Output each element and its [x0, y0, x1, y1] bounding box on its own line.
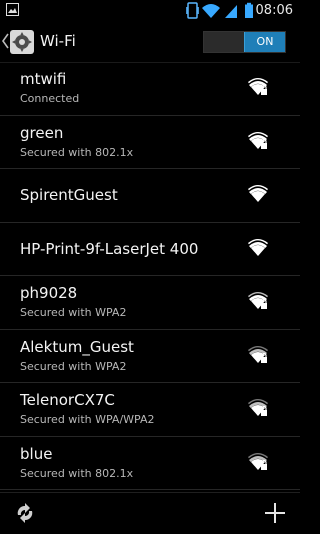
- wifi-signal-icon: [248, 238, 268, 256]
- network-status: Secured with WPA2: [20, 306, 127, 319]
- network-row[interactable]: Alektum_Guest Secured with WPA2: [0, 330, 300, 383]
- wifi-toggle[interactable]: ON: [203, 31, 286, 53]
- settings-icon[interactable]: [9, 29, 35, 55]
- wifi-signal-icon: [248, 399, 268, 416]
- wifi-signal-icon: [248, 185, 268, 202]
- gallery-icon: [6, 3, 19, 16]
- network-status: Secured with 802.1x: [20, 145, 134, 159]
- network-row[interactable]: SpirentGuest: [0, 169, 300, 223]
- refresh-icon[interactable]: [13, 501, 37, 525]
- network-row[interactable]: green Secured with 802.1x: [0, 116, 300, 169]
- network-name: green: [20, 123, 64, 142]
- network-status: Connected: [20, 92, 80, 105]
- wifi-signal-icon: [248, 452, 268, 470]
- network-name: Alektum_Guest: [20, 337, 134, 356]
- wifi-signal-icon: [248, 78, 268, 95]
- network-row[interactable]: TelenorCX7C Secured with WPA/WPA2: [0, 383, 300, 437]
- battery-icon: [245, 2, 253, 18]
- vibrate-icon: [186, 2, 199, 19]
- network-name: blue: [20, 444, 53, 463]
- wifi-signal-icon: [248, 345, 268, 363]
- network-row[interactable]: mtwifi Connected: [0, 62, 300, 116]
- network-status: Secured with 802.1x: [20, 466, 134, 480]
- network-name: HP-Print-9f-LaserJet 400: [20, 239, 199, 258]
- status-bar: 08:06: [0, 0, 300, 21]
- network-name: TelenorCX7C: [20, 391, 115, 409]
- bottom-action-bar: [0, 492, 300, 534]
- network-name: mtwifi: [20, 70, 67, 88]
- network-row[interactable]: ph9028 Secured with WPA2: [0, 276, 300, 330]
- page-title: Wi-Fi: [40, 32, 76, 50]
- wifi-signal-icon: [248, 292, 268, 309]
- network-status: Secured with WPA2: [20, 359, 127, 373]
- network-list: mtwifi Connected green Secured with 802.…: [0, 62, 300, 490]
- network-status: Secured with WPA/WPA2: [20, 413, 155, 426]
- network-row[interactable]: HP-Print-9f-LaserJet 400: [0, 223, 300, 276]
- toggle-on-label: ON: [244, 32, 285, 52]
- signal-icon: [225, 5, 237, 18]
- network-name: ph9028: [20, 284, 78, 302]
- add-icon[interactable]: [264, 502, 286, 524]
- wifi-icon: [202, 4, 220, 18]
- clock: 08:06: [255, 3, 293, 18]
- back-chevron-icon[interactable]: [2, 33, 9, 49]
- network-name: SpirentGuest: [20, 186, 118, 204]
- action-bar: Wi-Fi ON: [0, 21, 300, 63]
- wifi-signal-icon: [248, 131, 268, 149]
- network-row[interactable]: blue Secured with 802.1x: [0, 437, 300, 490]
